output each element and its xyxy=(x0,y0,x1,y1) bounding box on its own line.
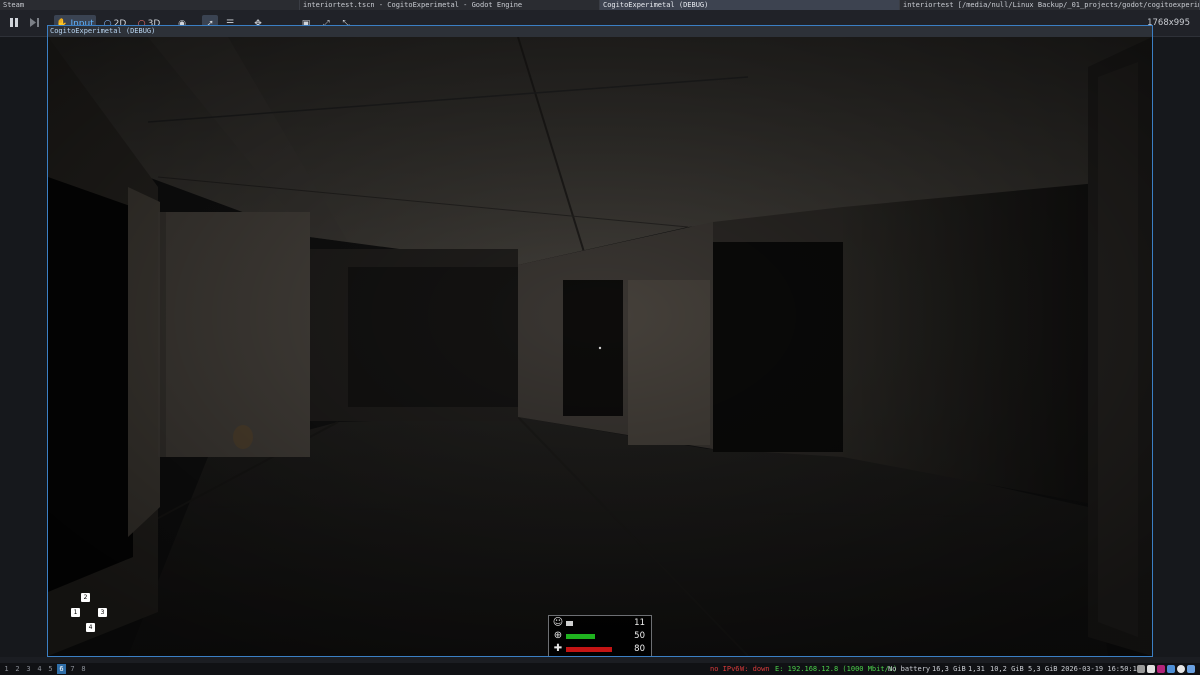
hud-row-health: ✚ 80 xyxy=(549,643,651,656)
health-cross-icon: ✚ xyxy=(553,643,563,654)
disk-status: 16,3 GiB xyxy=(932,665,966,673)
interior-scene xyxy=(48,37,1152,656)
taskbar-window-game-debug[interactable]: CogitoExperimetal (DEBUG) xyxy=(600,0,900,10)
stamina-bar xyxy=(566,621,573,626)
game-window[interactable]: CogitoExperimetal (DEBUG) 2 1 3 4 ☺ 11 ⊕… xyxy=(47,25,1153,657)
battery-status: No battery xyxy=(888,665,931,673)
key-left: 1 xyxy=(71,608,80,617)
workspace-3[interactable]: 3 xyxy=(24,664,33,674)
key-down: 4 xyxy=(86,623,95,632)
stamina-value: 11 xyxy=(634,618,645,628)
workspace-2[interactable]: 2 xyxy=(13,664,22,674)
wlan-status: W: down xyxy=(740,665,770,673)
memory-status: 10,2 GiB xyxy=(990,665,1024,673)
taskbar-window-interiortest[interactable]: interiortest [/media/null/Linux Backup/_… xyxy=(900,0,1200,10)
pause-icon xyxy=(10,17,18,30)
tray-steam-icon[interactable] xyxy=(1177,665,1185,673)
key-up: 2 xyxy=(81,593,90,602)
taskbar-window-godot[interactable]: interiortest.tscn - CogitoExperimetal - … xyxy=(300,0,600,10)
tray-bluetooth-icon[interactable] xyxy=(1187,665,1195,673)
resolution-readout: 1768x995 xyxy=(1147,18,1190,28)
step-forward-button[interactable] xyxy=(26,15,42,32)
step-forward-icon xyxy=(29,17,39,30)
workspace-8[interactable]: 8 xyxy=(79,664,88,674)
pause-button[interactable] xyxy=(6,15,22,32)
hud-row-stamina: ☺ 11 xyxy=(549,617,651,630)
tray-app-icon[interactable] xyxy=(1137,665,1145,673)
workspace-1[interactable]: 1 xyxy=(2,664,11,674)
health-value: 80 xyxy=(634,644,645,654)
sanity-bar xyxy=(566,634,595,639)
hud-row-sanity: ⊕ 50 xyxy=(549,630,651,643)
health-bar xyxy=(566,647,612,652)
tray-settings-icon[interactable] xyxy=(1147,665,1155,673)
window-taskbar: Steam interiortest.tscn - CogitoExperime… xyxy=(0,0,1200,10)
ipv6-status: no IPv6 xyxy=(710,665,740,673)
brain-icon: ⊕ xyxy=(553,630,563,641)
workspace-6[interactable]: 6 xyxy=(57,664,66,674)
sanity-icon: ☺ xyxy=(552,617,564,628)
key-right: 3 xyxy=(98,608,107,617)
sanity-value: 50 xyxy=(634,631,645,641)
editor-side-gutter-right xyxy=(1153,37,1200,657)
tray-network-icon[interactable] xyxy=(1167,665,1175,673)
swap-status: 5,3 GiB xyxy=(1028,665,1058,673)
workspace-4[interactable]: 4 xyxy=(35,664,44,674)
ethernet-status: E: 192.168.12.8 (1000 Mbit/s) xyxy=(775,665,898,673)
movement-key-prompt: 2 1 3 4 xyxy=(66,593,107,633)
workspace-5[interactable]: 5 xyxy=(46,664,55,674)
game-viewport[interactable]: 2 1 3 4 ☺ 11 ⊕ 50 ✚ 80 xyxy=(48,37,1152,656)
system-status-bar: 12345678 no IPv6 W: down E: 192.168.12.8… xyxy=(0,663,1200,675)
datetime-status: 2026-03-19 16:50:10 xyxy=(1061,665,1142,673)
editor-side-gutter-left xyxy=(0,37,47,657)
taskbar-window-steam[interactable]: Steam xyxy=(0,0,300,10)
tray-messenger-icon[interactable] xyxy=(1157,665,1165,673)
workspace-7[interactable]: 7 xyxy=(68,664,77,674)
load-status: 1,31 xyxy=(968,665,985,673)
game-window-title: CogitoExperimetal (DEBUG) xyxy=(48,26,1152,37)
player-stats-hud: ☺ 11 ⊕ 50 ✚ 80 xyxy=(548,615,652,656)
